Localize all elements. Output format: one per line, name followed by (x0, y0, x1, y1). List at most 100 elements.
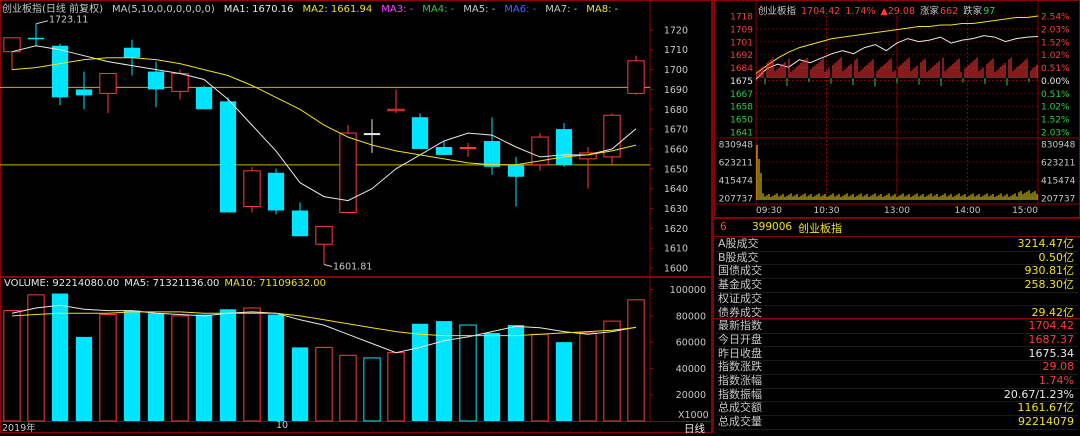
kline-ytick-label: 1630 (664, 204, 688, 215)
candle[interactable] (51, 43, 69, 106)
volume-bar[interactable] (555, 342, 573, 421)
volume-bar[interactable] (339, 354, 357, 422)
volume-ytick-label: 40000 (676, 364, 706, 375)
xaxis-label-year: 2019年 (2, 423, 36, 434)
kline-ytick-label: 1720 (664, 25, 688, 36)
volume-bar[interactable] (363, 357, 381, 422)
kline-chart[interactable]: 1720 1710 1700 1690 1680 1670 1660 1650 1640 1630… (0, 0, 712, 277)
candle-body (243, 170, 261, 208)
candle-body (219, 101, 237, 213)
intraday-panel[interactable]: 1718 1709 1701 1692 1684 1675 1667 1658 1650 1641… (714, 0, 1080, 218)
intraday-vol-tick-left: 207737 (719, 195, 753, 205)
candle[interactable] (3, 37, 21, 70)
volume-bar[interactable] (195, 314, 213, 421)
candle[interactable] (387, 89, 405, 114)
volume-bar[interactable] (315, 346, 333, 422)
volume-bar[interactable] (507, 325, 525, 421)
volume-unit: X1000 (678, 410, 709, 421)
info-row-label: 今日开盘 (718, 332, 762, 346)
candle[interactable] (555, 123, 573, 167)
volume-bar[interactable] (123, 310, 141, 421)
volume-bar[interactable] (387, 352, 405, 422)
volume-bar[interactable] (267, 314, 285, 421)
candle-body (411, 117, 429, 149)
info-row-label: 昨日收盘 (718, 346, 762, 360)
candle[interactable] (243, 166, 261, 213)
candle-body (75, 89, 93, 96)
volume-bar[interactable] (411, 323, 429, 421)
volume-bar[interactable] (627, 299, 645, 422)
candle[interactable] (75, 71, 93, 110)
intraday-change: ▲29.08 (880, 6, 916, 17)
candle-body (315, 225, 333, 245)
candle[interactable] (531, 133, 549, 171)
intraday-left-tick: 1667 (730, 90, 753, 100)
candle[interactable] (99, 73, 117, 114)
intraday-right-tick: 0.51% (1041, 64, 1070, 74)
period-label[interactable]: 日线 (684, 421, 705, 436)
intraday-right-tick: 1.02% (1041, 51, 1070, 61)
kline-panel[interactable]: 1720 1710 1700 1690 1680 1670 1660 1650 1640 1630… (0, 0, 712, 277)
candle[interactable] (411, 113, 429, 149)
info-row: B股成交 0.50亿 (716, 251, 1078, 266)
candle-body (27, 37, 45, 40)
volume-chart[interactable]: 100000 80000 60000 40000 20000 (0, 277, 712, 433)
volume-bar[interactable] (3, 310, 21, 422)
info-row: 权证成交 (716, 292, 1078, 307)
info-panel-header[interactable]: 6 399006 创业板指 (714, 218, 1080, 237)
candle-body (123, 47, 141, 58)
kline-ytick-label: 1680 (664, 105, 688, 116)
info-row-label: A股成交 (718, 237, 759, 250)
candle[interactable] (435, 141, 453, 155)
volume-bar[interactable] (459, 324, 477, 422)
candle-body (363, 133, 381, 136)
volume-legend-item: MA5: 71321136.00 (124, 278, 220, 289)
kline-ytick-label: 1710 (664, 45, 688, 56)
candle[interactable] (363, 119, 381, 153)
volume-panel[interactable]: 100000 80000 60000 40000 20000 VOLUME: 92214… (0, 277, 712, 436)
candle-body (3, 37, 21, 53)
info-row-label: 权证成交 (718, 291, 762, 305)
volume-ytick-label: 60000 (676, 338, 706, 349)
volume-bar[interactable] (171, 315, 189, 422)
intraday-name: 创业板指 (758, 6, 797, 17)
info-row-label: 国债成交 (718, 264, 762, 278)
volume-bar[interactable] (51, 293, 69, 421)
volume-bar[interactable] (579, 332, 597, 422)
candle[interactable] (459, 143, 477, 157)
ma-legend-item: MA8: - (586, 4, 619, 15)
candle[interactable] (291, 202, 309, 237)
candle[interactable] (267, 168, 285, 215)
info-row-value: 0.50亿 (1038, 250, 1075, 264)
intraday-chart[interactable]: 1718 1709 1701 1692 1684 1675 1667 1658 1650 1641… (714, 0, 1080, 218)
volume-bar[interactable] (531, 333, 549, 422)
volume-bar[interactable] (147, 313, 165, 421)
candle[interactable] (627, 55, 645, 95)
volume-bar[interactable] (243, 307, 261, 422)
volume-bar[interactable] (219, 309, 237, 421)
volume-bar[interactable] (603, 320, 621, 422)
candle[interactable] (603, 113, 621, 165)
info-row-label: 基金成交 (718, 278, 762, 292)
candle-body (51, 45, 69, 98)
info-row-value: 29.42亿 (1031, 305, 1075, 319)
intraday-vol-tick: 415474 (1041, 177, 1076, 187)
kline-ytick-label: 1650 (664, 164, 688, 175)
kline-ytick-label: 1690 (664, 85, 688, 96)
candle[interactable] (219, 97, 237, 213)
volume-bar[interactable] (75, 336, 93, 421)
info-row-value: 1687.37 (1028, 332, 1075, 346)
volume-bar[interactable] (291, 347, 309, 421)
info-row: 最新指数 1704.42 (716, 319, 1078, 334)
candle[interactable] (483, 117, 501, 175)
intraday-right-tick: 2.54% (1041, 13, 1070, 23)
candle[interactable] (27, 23, 45, 46)
volume-bar[interactable] (99, 314, 117, 422)
volume-bar[interactable] (483, 332, 501, 421)
candle[interactable] (171, 69, 189, 100)
candle[interactable] (315, 225, 333, 265)
info-row-value: 1704.42 (1028, 319, 1075, 333)
candle-body (99, 73, 117, 94)
kline-ytick-label: 1610 (664, 244, 688, 255)
candle[interactable] (195, 85, 213, 110)
